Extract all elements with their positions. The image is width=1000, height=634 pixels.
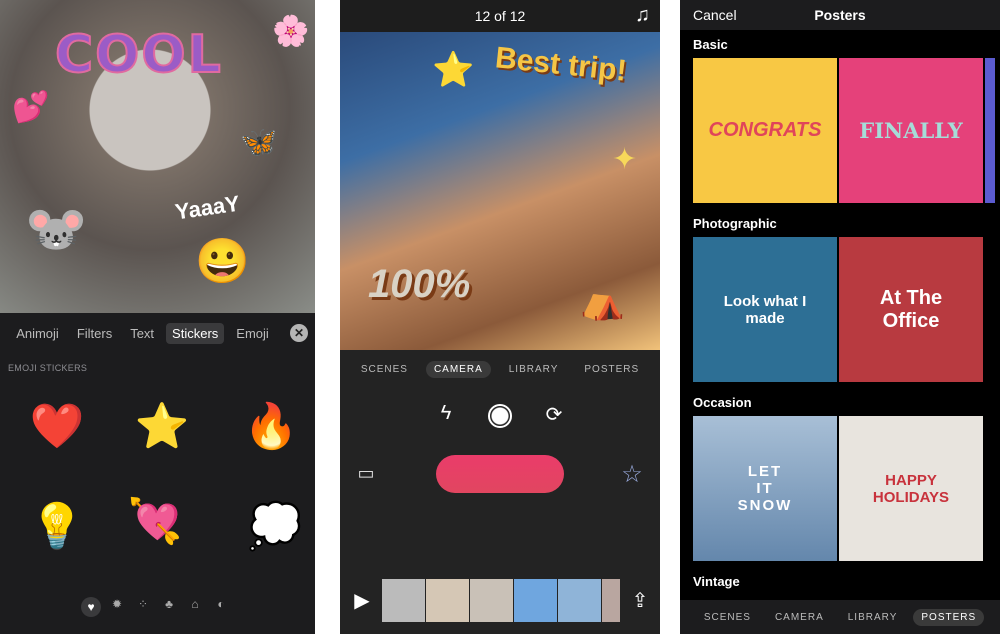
record-button[interactable] bbox=[436, 455, 564, 493]
tab-text[interactable]: Text bbox=[124, 323, 160, 344]
tab-scenes[interactable]: SCENES bbox=[353, 361, 416, 378]
poster-finally[interactable]: FINALLY bbox=[839, 58, 983, 203]
shapes-icon[interactable]: ⁘ bbox=[133, 597, 153, 611]
clip-thumbnail[interactable] bbox=[514, 579, 557, 622]
clip-thumbnail[interactable] bbox=[558, 579, 601, 622]
tab-camera[interactable]: CAMERA bbox=[767, 609, 832, 626]
stickers-screen: COOL 🌸 💕 🦋 🐭 YaaaY 😀 Animoji Filters Tex… bbox=[0, 0, 315, 634]
poster-let-it-snow[interactable]: LET IT SNOW bbox=[693, 416, 837, 561]
camera-screen: 12 of 12 ♫ ⭐ Best trip! ✦ 100% ⛺ SCENES … bbox=[340, 0, 660, 634]
butterfly-sticker[interactable]: 🦋 bbox=[240, 125, 277, 160]
clip-thumbnail[interactable] bbox=[602, 579, 620, 622]
heart-arrow-sticker[interactable]: 💘 bbox=[120, 495, 190, 547]
planet-icon[interactable]: ◐ bbox=[211, 597, 231, 611]
posters-screen: Cancel Posters Basic CONGRATS FINALLY Ph… bbox=[680, 0, 1000, 634]
heart-sticker[interactable]: ❤️ bbox=[22, 400, 92, 452]
tab-stickers[interactable]: Stickers bbox=[166, 322, 225, 344]
music-icon[interactable]: ♫ bbox=[635, 4, 650, 27]
clip-thumbnail[interactable] bbox=[470, 579, 513, 622]
building-icon[interactable]: ⌂ bbox=[185, 597, 205, 611]
tab-posters[interactable]: POSTERS bbox=[576, 361, 647, 378]
clip-thumbnail[interactable] bbox=[426, 579, 469, 622]
tab-scenes[interactable]: SCENES bbox=[696, 609, 759, 626]
tab-library[interactable]: LIBRARY bbox=[501, 361, 567, 378]
tab-library[interactable]: LIBRARY bbox=[840, 609, 906, 626]
sparkle-sticker[interactable]: ✦ bbox=[612, 142, 637, 177]
tab-filters[interactable]: Filters bbox=[71, 323, 118, 344]
flip-camera-icon[interactable]: ⟳ bbox=[540, 402, 568, 427]
hearts-sticker[interactable]: 💕 bbox=[12, 90, 49, 125]
poster-at-the-office[interactable]: At The Office bbox=[839, 237, 983, 382]
cool-sticker[interactable]: COOL bbox=[54, 24, 223, 86]
mickey-icon[interactable]: ♣ bbox=[159, 597, 179, 611]
lightbulb-sticker[interactable]: 💡 bbox=[22, 500, 92, 552]
poster-happy-holidays[interactable]: HAPPY HOLIDAYS bbox=[839, 416, 983, 561]
fire-sticker[interactable]: 🔥 bbox=[236, 400, 306, 452]
tent-sticker[interactable]: ⛺ bbox=[580, 280, 625, 322]
thought-bubble-sticker[interactable]: 💭 bbox=[240, 500, 310, 552]
play-icon[interactable]: ▶ bbox=[348, 588, 376, 613]
tab-animoji[interactable]: Animoji bbox=[10, 323, 65, 344]
tab-posters[interactable]: POSTERS bbox=[913, 608, 985, 626]
page-title: Posters bbox=[814, 7, 866, 23]
flash-icon[interactable]: ϟ bbox=[432, 402, 460, 425]
hundred-sticker[interactable]: 100% bbox=[368, 262, 470, 307]
section-title: EMOJI STICKERS bbox=[8, 363, 88, 373]
tab-camera[interactable]: CAMERA bbox=[425, 360, 491, 378]
bug-icon[interactable]: ✹ bbox=[107, 597, 127, 611]
shutter-mode-icon[interactable] bbox=[488, 404, 512, 428]
star-sticker[interactable]: ⭐ bbox=[127, 400, 197, 452]
mode-tabs: SCENES CAMERA LIBRARY POSTERS bbox=[340, 358, 660, 380]
section-basic: Basic bbox=[693, 37, 728, 52]
joy-sticker[interactable]: 😀 bbox=[195, 235, 250, 287]
share-icon[interactable]: ⇪ bbox=[626, 588, 654, 613]
nav-bar: Cancel Posters bbox=[680, 0, 1000, 30]
effects-star-icon[interactable]: ☆ bbox=[618, 460, 646, 489]
poster-congrats[interactable]: CONGRATS bbox=[693, 58, 837, 203]
clip-thumbnail[interactable] bbox=[382, 579, 425, 622]
titles-icon[interactable]: ▭ bbox=[352, 463, 380, 484]
mickey-sticker[interactable]: 🐭 bbox=[25, 200, 87, 259]
clip-counter: 12 of 12 bbox=[340, 0, 660, 32]
flower-sticker[interactable]: 🌸 bbox=[272, 14, 309, 49]
heart-icon[interactable]: ♥ bbox=[81, 597, 101, 617]
poster-look-what-i-made[interactable]: Look what I made bbox=[693, 237, 837, 382]
section-vintage: Vintage bbox=[693, 574, 740, 589]
mode-tabs: SCENES CAMERA LIBRARY POSTERS bbox=[680, 600, 1000, 634]
poster-partial[interactable] bbox=[985, 58, 995, 203]
tab-emoji[interactable]: Emoji bbox=[230, 323, 275, 344]
section-occasion: Occasion bbox=[693, 395, 752, 410]
section-photographic: Photographic bbox=[693, 216, 777, 231]
star-sticker[interactable]: ⭐ bbox=[432, 50, 474, 90]
clip-filmstrip[interactable] bbox=[382, 579, 620, 622]
close-icon[interactable]: ✕ bbox=[290, 324, 308, 342]
effects-tabs: Animoji Filters Text Stickers Emoji bbox=[0, 318, 315, 348]
